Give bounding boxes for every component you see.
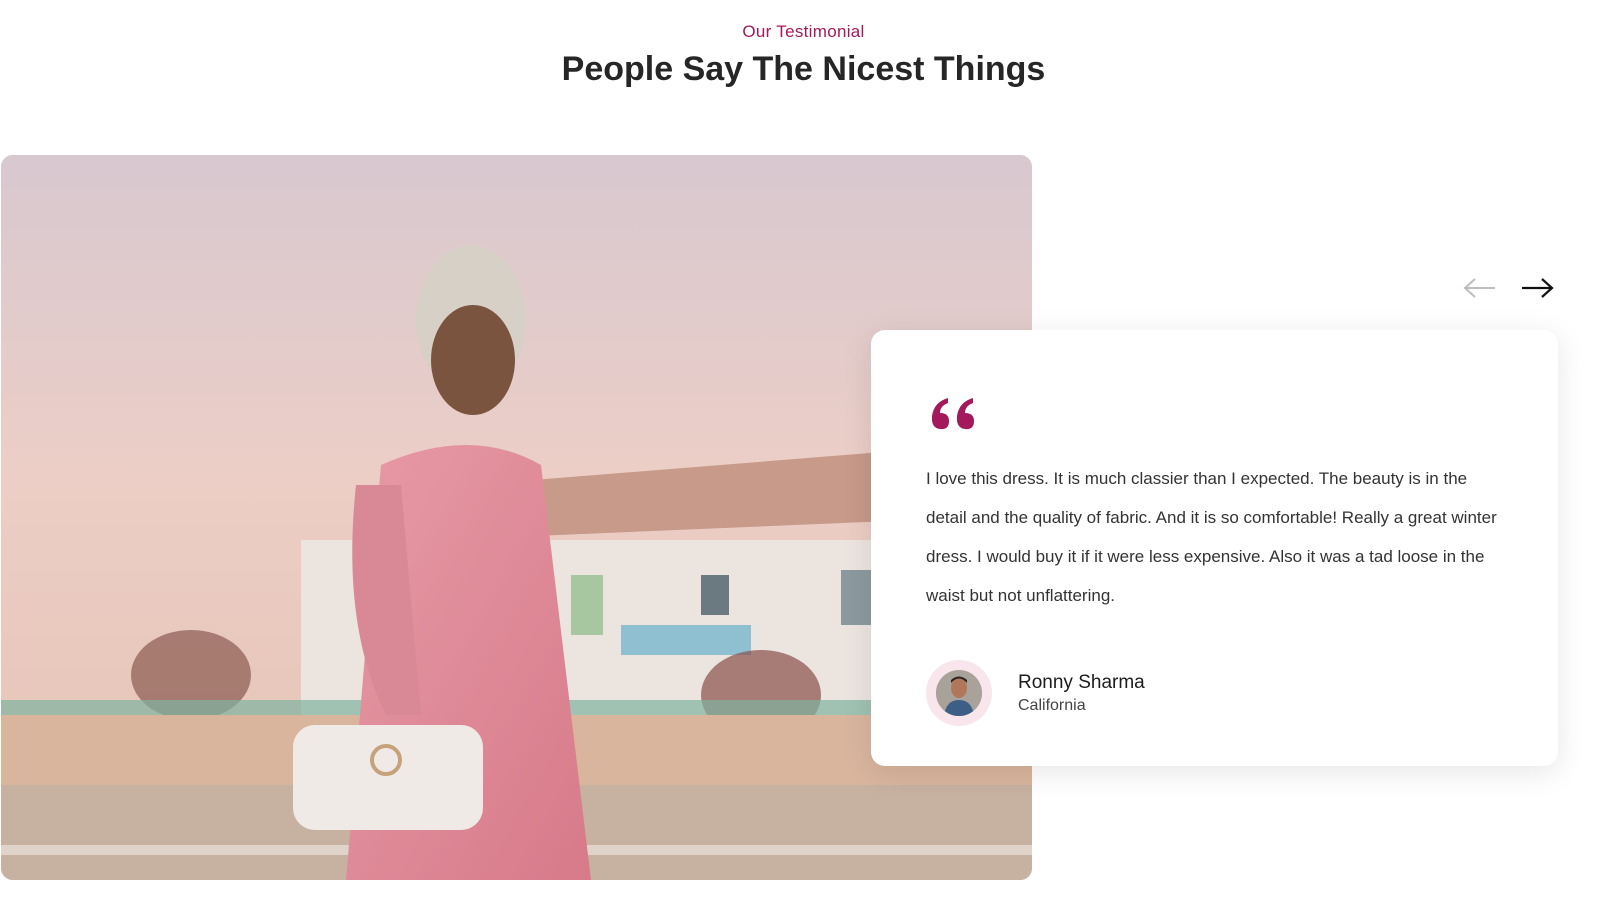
author-info: Ronny Sharma California	[1018, 672, 1145, 715]
person-icon	[936, 670, 982, 716]
author-name: Ronny Sharma	[1018, 671, 1145, 693]
prev-testimonial-button[interactable]	[1463, 276, 1497, 300]
testimonial-text: I love this dress. It is much classier t…	[926, 469, 1497, 605]
testimonial-section: Our Testimonial People Say The Nicest Th…	[0, 0, 1607, 899]
arrow-right-icon	[1522, 278, 1554, 298]
author-location: California	[1018, 696, 1086, 714]
section-eyebrow: Our Testimonial	[742, 22, 865, 41]
testimonial-author: Ronny Sharma California	[926, 660, 1145, 726]
next-testimonial-button[interactable]	[1520, 276, 1554, 300]
testimonial-card: I love this dress. It is much classier t…	[871, 330, 1558, 766]
section-title: People Say The Nicest Things	[561, 50, 1046, 88]
avatar	[926, 660, 992, 726]
avatar-photo	[936, 670, 982, 716]
quote-icon	[931, 398, 974, 430]
arrow-left-icon	[1463, 278, 1495, 298]
